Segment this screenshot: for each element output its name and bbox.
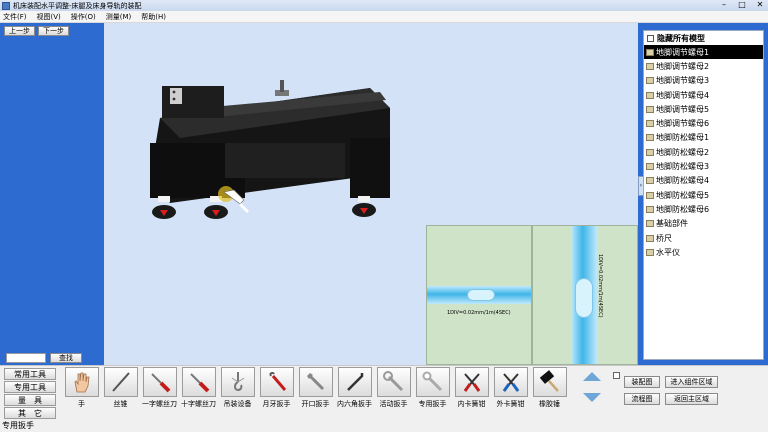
tree-item[interactable]: 水平仪 bbox=[644, 245, 763, 259]
tool-categories: 常用工具 专用工具 量 具 其 它 bbox=[4, 368, 56, 420]
vertical-level-gauge: 1DIV=0.02mm/1m(4SEC) bbox=[532, 225, 638, 365]
enter-component-button[interactable]: 进入组件区域 bbox=[665, 376, 718, 388]
level-bubble bbox=[467, 289, 495, 301]
category-common-tools[interactable]: 常用工具 bbox=[4, 368, 56, 380]
part-icon bbox=[646, 248, 654, 256]
tree-item[interactable]: 地脚防松螺母3 bbox=[644, 159, 763, 173]
tool-list: 手 丝锥 一字螺丝刀 十字螺丝刀 吊装设备 月牙扳手 开口扳手 内六角扳手 活动… bbox=[64, 367, 567, 409]
left-panel bbox=[0, 23, 104, 365]
menu-operation[interactable]: 操作(O) bbox=[71, 12, 96, 22]
hide-all-checkbox[interactable] bbox=[647, 34, 654, 42]
pliers-icon bbox=[463, 373, 480, 392]
mallet-icon bbox=[539, 370, 559, 392]
menu-help[interactable]: 帮助(H) bbox=[141, 12, 166, 22]
flow-chart-button[interactable]: 流程图 bbox=[624, 393, 660, 405]
level-bubble bbox=[575, 278, 593, 318]
tree-item[interactable]: 桥尺 bbox=[644, 231, 763, 245]
maximize-icon[interactable]: □ bbox=[736, 0, 748, 10]
return-main-button[interactable]: 返回主区域 bbox=[665, 393, 718, 405]
tree-item[interactable]: 地脚调节螺母6 bbox=[644, 116, 763, 130]
tree-item[interactable]: 地脚防松螺母2 bbox=[644, 145, 763, 159]
category-other[interactable]: 其 它 bbox=[4, 407, 56, 419]
hand-icon bbox=[74, 372, 89, 393]
wrench-icon bbox=[306, 373, 324, 391]
hex-key-icon bbox=[346, 373, 363, 391]
part-icon bbox=[646, 91, 654, 99]
screwdriver-icon bbox=[150, 373, 170, 393]
tree-item[interactable]: 地脚调节螺母3 bbox=[644, 74, 763, 88]
hook-spanner-icon bbox=[268, 371, 286, 391]
tree-item[interactable]: 地脚调节螺母1 bbox=[644, 45, 763, 60]
tool-special-wrench[interactable]: 专用扳手 bbox=[415, 367, 450, 409]
part-icon bbox=[646, 205, 654, 213]
category-measuring[interactable]: 量 具 bbox=[4, 394, 56, 406]
part-icon bbox=[646, 234, 654, 242]
tree-item[interactable]: 地脚调节螺母4 bbox=[644, 88, 763, 102]
tool-internal-circlip-pliers[interactable]: 内卡簧钳 bbox=[454, 367, 489, 409]
tool-tap[interactable]: 丝锥 bbox=[103, 367, 138, 409]
tool-rubber-mallet[interactable]: 橡胶锤 bbox=[532, 367, 567, 409]
part-icon bbox=[646, 134, 654, 142]
tree-item[interactable]: 地脚调节螺母2 bbox=[644, 59, 763, 73]
wrench-icon bbox=[382, 371, 403, 392]
tool-external-circlip-pliers[interactable]: 外卡簧钳 bbox=[493, 367, 528, 409]
menu-bar: 文件(F) 视图(V) 操作(O) 测量(M) 帮助(H) bbox=[0, 11, 768, 23]
search-button[interactable]: 查找 bbox=[50, 353, 82, 363]
part-icon bbox=[646, 177, 654, 185]
model-tree: 隐藏所有模型 地脚调节螺母1 地脚调节螺母2 地脚调节螺母3 地脚调节螺母4 地… bbox=[643, 30, 764, 360]
tool-hex-key[interactable]: 内六角扳手 bbox=[337, 367, 372, 409]
part-icon bbox=[646, 120, 654, 128]
part-icon bbox=[646, 48, 654, 56]
part-icon bbox=[646, 220, 654, 228]
tool-hand[interactable]: 手 bbox=[64, 367, 99, 409]
window-title: 机床装配水平调整-床腿及床身导轨的装配 bbox=[13, 1, 142, 10]
vertical-gauge-caption: 1DIV=0.02mm/1m(4SEC) bbox=[597, 254, 603, 318]
scroll-up-arrow-icon[interactable] bbox=[583, 372, 601, 381]
app-icon bbox=[2, 1, 10, 10]
tree-item[interactable]: 地脚调节螺母5 bbox=[644, 102, 763, 116]
hide-all-label: 隐藏所有模型 bbox=[657, 33, 705, 43]
horizontal-gauge-caption: 1DIV=0.02mm/1m(4SEC) bbox=[447, 310, 511, 316]
hoist-icon bbox=[231, 372, 244, 392]
assembly-diagram-button[interactable]: 装配图 bbox=[624, 376, 660, 388]
tool-hoist[interactable]: 吊装设备 bbox=[220, 367, 255, 409]
tree-item[interactable]: 地脚防松螺母5 bbox=[644, 188, 763, 202]
search-input[interactable] bbox=[6, 353, 46, 363]
part-icon bbox=[646, 191, 654, 199]
tree-item[interactable]: 基础部件 bbox=[644, 217, 763, 231]
screwdriver-icon bbox=[189, 373, 209, 393]
tool-flat-screwdriver[interactable]: 一字螺丝刀 bbox=[142, 367, 177, 409]
menu-measure[interactable]: 测量(M) bbox=[106, 12, 132, 22]
tool-cross-screwdriver[interactable]: 十字螺丝刀 bbox=[181, 367, 216, 409]
next-step-button[interactable]: 下一步 bbox=[38, 26, 69, 36]
menu-file[interactable]: 文件(F) bbox=[3, 12, 27, 22]
tool-open-wrench[interactable]: 开口扳手 bbox=[298, 367, 333, 409]
pliers-icon bbox=[502, 373, 519, 392]
minimize-icon[interactable]: – bbox=[718, 0, 730, 10]
horizontal-level-gauge: 1DIV=0.02mm/1m(4SEC) bbox=[426, 225, 532, 365]
category-special-tools[interactable]: 专用工具 bbox=[4, 381, 56, 393]
close-icon[interactable]: ✕ bbox=[754, 0, 766, 10]
tree-item[interactable]: 地脚防松螺母4 bbox=[644, 174, 763, 188]
tap-icon bbox=[111, 372, 130, 392]
scroll-down-arrow-icon[interactable] bbox=[583, 393, 601, 402]
part-icon bbox=[646, 105, 654, 113]
part-icon bbox=[646, 148, 654, 156]
part-icon bbox=[646, 62, 654, 70]
part-icon bbox=[646, 163, 654, 171]
status-bar: 专用扳手 bbox=[0, 419, 768, 432]
part-icon bbox=[646, 77, 654, 85]
menu-view[interactable]: 视图(V) bbox=[37, 12, 61, 22]
title-bar: 机床装配水平调整-床腿及床身导轨的装配 – □ ✕ bbox=[0, 0, 768, 11]
wrench-icon bbox=[422, 371, 442, 392]
hide-all-models-row[interactable]: 隐藏所有模型 bbox=[644, 31, 763, 45]
option-checkbox[interactable] bbox=[613, 372, 620, 379]
tool-hook-spanner[interactable]: 月牙扳手 bbox=[259, 367, 294, 409]
tree-item[interactable]: 地脚防松螺母1 bbox=[644, 131, 763, 145]
machine-bed-model[interactable] bbox=[140, 78, 410, 228]
tree-item[interactable]: 地脚防松螺母6 bbox=[644, 202, 763, 216]
prev-step-button[interactable]: 上一步 bbox=[4, 26, 35, 36]
tool-adjustable-wrench[interactable]: 活动扳手 bbox=[376, 367, 411, 409]
